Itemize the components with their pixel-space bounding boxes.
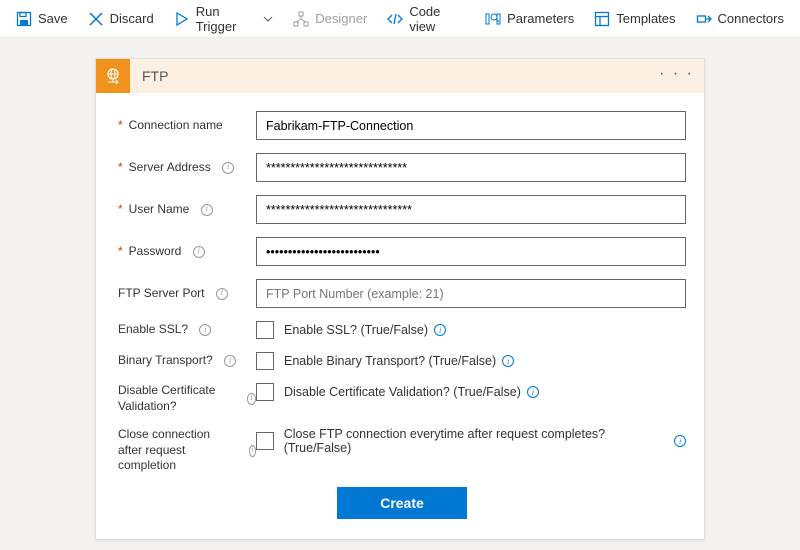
discard-button[interactable]: Discard [80, 7, 162, 31]
ftp-connector-card: FTP · · · *Connection name *Server Addre… [95, 58, 705, 540]
info-icon[interactable]: i [216, 288, 228, 300]
info-icon[interactable]: i [199, 324, 211, 336]
info-icon[interactable]: i [434, 324, 446, 336]
parameters-icon [485, 11, 501, 27]
info-icon[interactable]: i [674, 435, 686, 447]
disable-cert-checkbox[interactable] [256, 383, 274, 401]
password-input[interactable] [256, 237, 686, 266]
connectors-button[interactable]: Connectors [688, 7, 792, 31]
info-icon[interactable]: i [193, 246, 205, 258]
close-conn-checkbox[interactable] [256, 432, 274, 450]
discard-label: Discard [110, 11, 154, 26]
info-icon[interactable]: i [249, 445, 256, 457]
save-label: Save [38, 11, 68, 26]
user-name-input[interactable] [256, 195, 686, 224]
parameters-label: Parameters [507, 11, 574, 26]
close-conn-label: Close connection after request completio… [118, 427, 256, 474]
server-address-input[interactable] [256, 153, 686, 182]
info-icon[interactable]: i [222, 162, 234, 174]
save-icon [16, 11, 32, 27]
info-icon[interactable]: i [201, 204, 213, 216]
code-view-label: Code view [409, 4, 465, 34]
templates-label: Templates [616, 11, 675, 26]
save-button[interactable]: Save [8, 7, 76, 31]
connectors-icon [696, 11, 712, 27]
binary-checkbox[interactable] [256, 352, 274, 370]
templates-icon [594, 11, 610, 27]
close-conn-chk-label: Close FTP connection everytime after req… [284, 427, 686, 455]
info-icon[interactable]: i [502, 355, 514, 367]
chevron-down-icon [263, 14, 273, 24]
card-more-button[interactable]: · · · [659, 65, 694, 83]
designer-label: Designer [315, 11, 367, 26]
user-name-label: *User Name i [118, 202, 256, 218]
command-bar: Save Discard Run Trigger Designer Code v… [0, 0, 800, 38]
binary-label: Binary Transport? i [118, 353, 256, 369]
card-header[interactable]: FTP · · · [96, 59, 704, 93]
info-icon[interactable]: i [224, 355, 236, 367]
designer-icon [293, 11, 309, 27]
card-title: FTP [142, 68, 168, 84]
port-label: FTP Server Port i [118, 286, 256, 302]
designer-button: Designer [285, 7, 375, 31]
binary-chk-label: Enable Binary Transport? (True/False)i [284, 354, 514, 368]
password-label: *Password i [118, 244, 256, 260]
enable-ssl-chk-label: Enable SSL? (True/False)i [284, 323, 446, 337]
create-button[interactable]: Create [337, 487, 467, 519]
connection-name-input[interactable] [256, 111, 686, 140]
ftp-icon [96, 59, 130, 93]
info-icon[interactable]: i [247, 393, 256, 405]
disable-cert-chk-label: Disable Certificate Validation? (True/Fa… [284, 385, 539, 399]
run-trigger-label: Run Trigger [196, 4, 258, 34]
templates-button[interactable]: Templates [586, 7, 683, 31]
info-icon[interactable]: i [527, 386, 539, 398]
discard-icon [88, 11, 104, 27]
port-input[interactable] [256, 279, 686, 308]
play-icon [174, 11, 190, 27]
run-trigger-button[interactable]: Run Trigger [166, 0, 282, 38]
card-body: *Connection name *Server Address i *User… [96, 93, 704, 539]
enable-ssl-label: Enable SSL? i [118, 322, 256, 338]
code-icon [387, 11, 403, 27]
enable-ssl-checkbox[interactable] [256, 321, 274, 339]
code-view-button[interactable]: Code view [379, 0, 473, 38]
parameters-button[interactable]: Parameters [477, 7, 582, 31]
disable-cert-label: Disable Certificate Validation? i [118, 383, 256, 414]
connection-name-label: *Connection name [118, 118, 256, 134]
connectors-label: Connectors [718, 11, 784, 26]
designer-canvas: FTP · · · *Connection name *Server Addre… [0, 38, 800, 550]
server-address-label: *Server Address i [118, 160, 256, 176]
